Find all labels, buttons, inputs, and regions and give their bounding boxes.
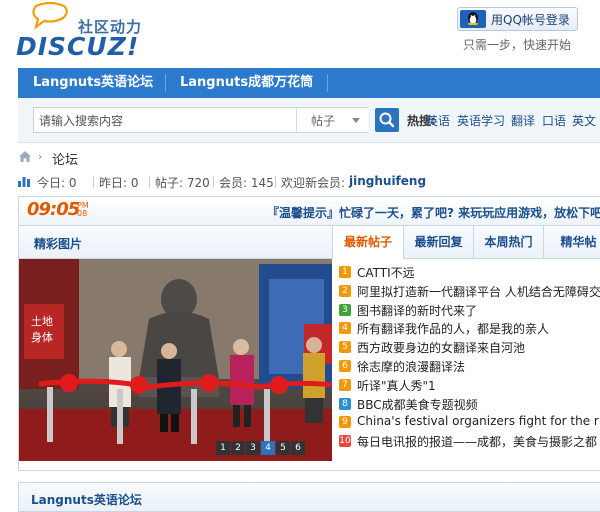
thread-title-link[interactable]: 阿里拟打造新一代翻译平台 人机结合无障碍交流 — [357, 283, 600, 300]
tab-weekly-hot[interactable]: 本周热门 — [474, 226, 544, 259]
breadcrumb-current[interactable]: 论坛 — [52, 149, 78, 168]
thread-rank-badge: 7 — [339, 378, 351, 391]
image-panel-header: 精彩图片 — [19, 226, 332, 259]
thread-title-link[interactable]: 每日电讯报的报道——成都，美食与摄影之都 — [357, 433, 597, 450]
stat-divider — [149, 176, 150, 188]
thread-row[interactable]: 9 China's festival organizers fight for t… — [339, 414, 600, 432]
forum-category-title[interactable]: Langnuts英语论坛 — [31, 491, 142, 508]
thread-rank-badge: 5 — [339, 341, 351, 354]
stat-divider — [213, 176, 214, 188]
thread-rank-badge: 8 — [339, 397, 351, 410]
stat-divider — [93, 176, 94, 188]
thread-rank-badge: 4 — [339, 322, 351, 335]
slide-pager-button[interactable]: 6 — [291, 441, 305, 455]
hot-word-link[interactable]: 英语学习 — [457, 112, 505, 129]
search-type-value: 帖子 — [311, 114, 336, 128]
thread-row[interactable]: 4 所有翻译我作品的人，都是我的亲人 — [339, 320, 600, 338]
slide-pager-button[interactable]: 5 — [276, 441, 290, 455]
stat-welcome: 欢迎新会员: — [281, 176, 346, 190]
nav-divider — [165, 74, 166, 92]
clock-time: 09:05 — [27, 199, 80, 220]
thread-row[interactable]: 8 BBC成都美食专题视频 — [339, 396, 600, 414]
stat-members: 会员: 145 — [219, 176, 274, 190]
thread-rank-badge: 3 — [339, 303, 351, 316]
info-bar: 09:05 PM 08 『温馨提示』忙碌了一天，累了吧? 来玩玩应用游戏，放松下吧… — [18, 196, 600, 226]
thread-row[interactable]: 10 每日电讯报的报道——成都，美食与摄影之都 — [339, 433, 600, 451]
search-input[interactable] — [37, 110, 291, 132]
image-panel-title: 精彩图片 — [34, 237, 83, 251]
tab-latest-replies[interactable]: 最新回复 — [404, 226, 474, 259]
tip-marquee[interactable]: 『温馨提示』忙碌了一天，累了吧? 来玩玩应用游戏，放松下吧! — [267, 204, 600, 221]
chevron-down-icon — [352, 118, 360, 123]
portal-block: 精彩图片 土地 身体 1 2 3 4 5 6 最新帖子 最新回复 本周热门 精华… — [18, 226, 600, 471]
thread-title-link[interactable]: 徐志摩的浪漫翻译法 — [357, 358, 465, 375]
qq-login-button[interactable]: 用QQ帐号登录 — [457, 7, 578, 31]
tab-latest-threads[interactable]: 最新帖子 — [333, 226, 404, 259]
slide-pager-button[interactable]: 3 — [246, 441, 260, 455]
stat-yesterday: 昨日: 0 — [99, 176, 139, 190]
main-nav: Langnuts英语论坛 Langnuts成都万花筒 — [18, 68, 600, 98]
clock: 09:05 PM 08 — [27, 199, 89, 221]
qq-login-tip: 只需一步，快速开始 — [463, 38, 572, 52]
thread-title-link[interactable]: 图书翻译的新时代来了 — [357, 302, 477, 319]
thread-title-link[interactable]: CATTI不远 — [357, 264, 415, 281]
qq-penguin-icon — [460, 10, 486, 28]
thread-row[interactable]: 6 徐志摩的浪漫翻译法 — [339, 358, 600, 376]
thread-rank-badge: 9 — [339, 416, 351, 429]
thread-title-link[interactable]: 听译"真人秀"1 — [357, 377, 436, 394]
thread-title-link[interactable]: 西方政要身边的女翻译来自河池 — [357, 339, 525, 356]
featured-image[interactable]: 土地 身体 1 2 3 4 5 6 — [19, 259, 332, 461]
thread-row[interactable]: 7 听译"真人秀"1 — [339, 377, 600, 395]
search-icon — [379, 112, 395, 128]
nav-divider — [327, 74, 328, 92]
ribbon-cutting-photo: 土地 身体 — [19, 259, 332, 461]
clock-seconds: 08 — [77, 209, 88, 218]
thread-tabs: 最新帖子 最新回复 本周热门 精华帖 — [332, 226, 600, 259]
thread-title-link[interactable]: 所有翻译我作品的人，都是我的亲人 — [357, 320, 549, 337]
svg-text:身体: 身体 — [31, 330, 53, 344]
thread-rank-badge: 6 — [339, 360, 351, 372]
slide-pager-button[interactable]: 2 — [231, 441, 245, 455]
hot-word-link[interactable]: 英语 — [426, 112, 450, 129]
new-member-link[interactable]: jinghuifeng — [349, 174, 426, 188]
tab-featured[interactable]: 精华帖 — [544, 226, 600, 259]
discuz-logo[interactable]: 社区动力 DISCUZ! — [16, 2, 146, 64]
slide-pager-button-active[interactable]: 4 — [261, 441, 275, 455]
thread-rank-badge: 10 — [339, 435, 351, 448]
hot-word-link[interactable]: 翻译 — [511, 112, 535, 129]
thread-rank-badge: 1 — [339, 266, 351, 278]
stat-divider — [275, 176, 276, 188]
chat-bubble-icon — [32, 2, 68, 30]
nav-item-english-forum[interactable]: Langnuts英语论坛 — [33, 68, 153, 98]
thread-row[interactable]: 3 图书翻译的新时代来了 — [339, 302, 600, 320]
stat-posts: 帖子: 720 — [155, 176, 210, 190]
home-icon[interactable] — [18, 150, 32, 166]
search-bar: 帖子 热搜: 英语 英语学习 翻译 口语 英文 — [18, 98, 600, 143]
hot-word-link[interactable]: 英文 — [572, 112, 596, 129]
thread-row[interactable]: 5 西方政要身边的女翻译来自河池 — [339, 339, 600, 357]
stat-today: 今日: 0 — [37, 176, 77, 190]
logo-wordmark: DISCUZ! — [16, 32, 140, 61]
breadcrumb-separator: › — [38, 150, 43, 163]
search-type-select[interactable]: 帖子 — [296, 108, 368, 132]
hot-word-link[interactable]: 口语 — [542, 112, 566, 129]
search-box: 帖子 — [33, 107, 368, 133]
thread-title-link[interactable]: China's festival organizers fight for th… — [357, 414, 600, 428]
bar-chart-icon — [18, 175, 31, 190]
search-button[interactable] — [375, 108, 399, 132]
qq-login-label: 用QQ帐号登录 — [491, 13, 570, 27]
nav-item-chengdu[interactable]: Langnuts成都万花筒 — [180, 68, 313, 98]
thread-rank-badge: 2 — [339, 284, 351, 297]
svg-text:土地: 土地 — [31, 315, 53, 328]
thread-title-link[interactable]: BBC成都美食专题视频 — [357, 396, 478, 413]
thread-row[interactable]: 1 CATTI不远 — [339, 264, 600, 282]
thread-row[interactable]: 2 阿里拟打造新一代翻译平台 人机结合无障碍交流 — [339, 283, 600, 301]
slide-pager-button[interactable]: 1 — [216, 441, 230, 455]
clock-suffix: PM 08 — [77, 202, 89, 218]
forum-category-header: Langnuts英语论坛 — [18, 482, 600, 512]
